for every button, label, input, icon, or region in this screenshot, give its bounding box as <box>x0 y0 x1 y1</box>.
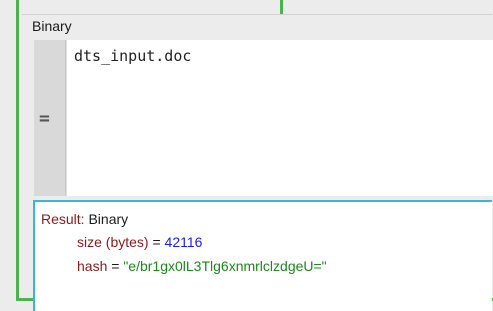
result-type: Binary <box>88 211 129 227</box>
field-value: 42116 <box>164 234 203 250</box>
field-operator: = <box>107 258 124 274</box>
window-frame: Binary = dts_input.doc Result: Binary si… <box>0 0 493 311</box>
result-label: Result: <box>41 211 85 227</box>
result-panel: Result: Binary size (bytes) = 42116 hash… <box>33 200 492 311</box>
code-input-area[interactable]: dts_input.doc <box>66 40 493 196</box>
field-name: hash <box>77 258 108 274</box>
editor-gutter[interactable]: = <box>34 40 66 196</box>
cell-header: Binary <box>22 14 492 37</box>
code-editor[interactable]: = dts_input.doc <box>34 40 493 196</box>
field-name: size (bytes) <box>77 234 149 250</box>
cell-border-left <box>16 0 19 300</box>
cell-type-label: Binary <box>32 18 72 34</box>
result-title: Result: Binary <box>41 211 128 227</box>
field-value: "e/br1gx0lL3Tlg6xnmrlclzdgeU=" <box>123 258 327 274</box>
field-operator: = <box>148 234 165 250</box>
result-field-size: size (bytes) = 42116 <box>77 234 202 250</box>
evaluate-marker-icon[interactable]: = <box>39 108 50 129</box>
result-field-hash: hash = "e/br1gx0lL3Tlg6xnmrlclzdgeU=" <box>77 258 327 274</box>
code-line[interactable]: dts_input.doc <box>74 47 191 65</box>
